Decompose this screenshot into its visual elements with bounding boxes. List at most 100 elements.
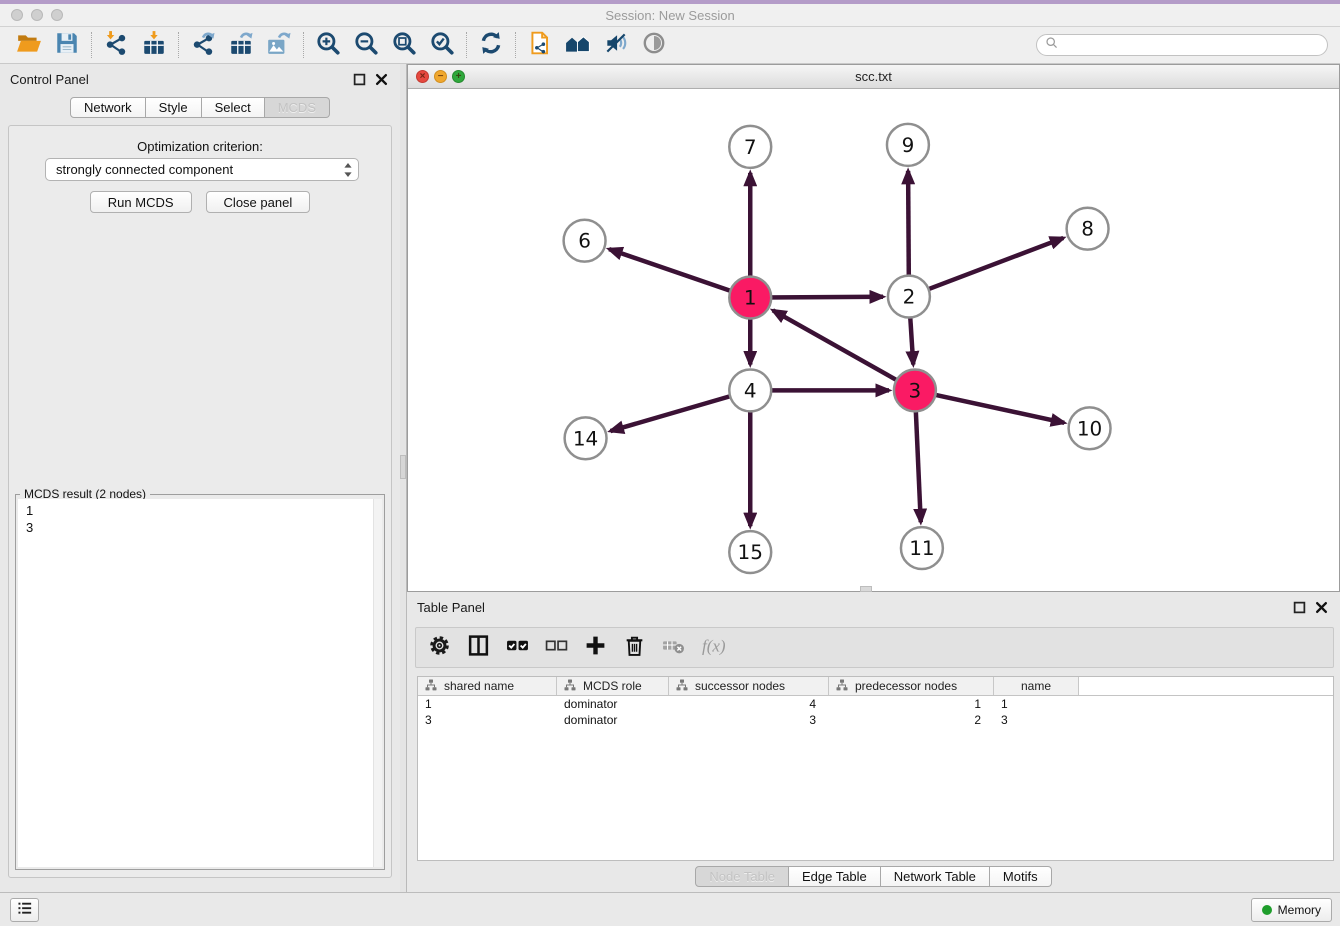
- control-panel-tabs: NetworkStyleSelectMCDS: [0, 97, 400, 118]
- gear-button[interactable]: [428, 634, 451, 662]
- export-network-button[interactable]: [184, 30, 222, 60]
- control-panel-title: Control Panel: [10, 72, 89, 87]
- export-image-button[interactable]: [260, 30, 298, 60]
- refresh-button[interactable]: [472, 30, 510, 60]
- table-body: 1dominator4113dominator323: [418, 696, 1333, 728]
- column-header-successor-nodes[interactable]: successor nodes: [669, 677, 829, 695]
- mcds-panel: Optimization criterion: strongly connect…: [8, 125, 392, 878]
- network-window: × − + scc.txt 1234678910111415: [407, 64, 1340, 592]
- import-network-button[interactable]: [97, 30, 135, 60]
- column-header-name[interactable]: name: [994, 677, 1079, 695]
- float-panel-icon[interactable]: [1293, 601, 1306, 614]
- tab-motifs[interactable]: Motifs: [990, 866, 1052, 887]
- add-row-button[interactable]: [584, 634, 607, 662]
- selected-option-label: strongly connected component: [56, 162, 233, 177]
- import-network-icon: [103, 30, 129, 61]
- cell-successor-nodes: 4: [669, 696, 829, 712]
- graph-edge-1-6[interactable]: [609, 249, 750, 297]
- graph-node-label: 11: [909, 536, 934, 560]
- delete-column-button: [662, 634, 685, 662]
- zoom-in-button[interactable]: [309, 30, 347, 60]
- panels-menu-button[interactable]: [10, 898, 39, 922]
- deselect-all-button[interactable]: [545, 634, 568, 662]
- refresh-icon: [478, 30, 504, 61]
- tab-style[interactable]: Style: [146, 97, 202, 118]
- columns-button[interactable]: [467, 634, 490, 662]
- tab-mcds[interactable]: MCDS: [265, 97, 330, 118]
- table-row[interactable]: 3dominator323: [418, 712, 1333, 728]
- cell-predecessor-nodes: 1: [829, 696, 994, 712]
- export-network-icon: [190, 30, 216, 61]
- column-header-predecessor-nodes[interactable]: predecessor nodes: [829, 677, 994, 695]
- table-toolbar: f(x): [415, 627, 1334, 668]
- zoom-in-icon: [315, 30, 341, 61]
- table-row[interactable]: 1dominator411: [418, 696, 1333, 712]
- zoom-out-button[interactable]: [347, 30, 385, 60]
- search-field[interactable]: [1036, 34, 1328, 56]
- table-panel-controls: [1293, 601, 1328, 614]
- import-table-button[interactable]: [135, 30, 173, 60]
- gear-icon: [428, 634, 451, 662]
- search-input[interactable]: [1063, 38, 1319, 52]
- cell-shared-name: 3: [418, 712, 557, 728]
- graph-node-label: 6: [578, 229, 591, 253]
- tab-network[interactable]: Network: [70, 97, 146, 118]
- tab-node-table[interactable]: Node Table: [695, 866, 789, 887]
- delete-row-icon: [623, 634, 646, 662]
- float-panel-icon[interactable]: [353, 73, 366, 86]
- graph-node-label: 8: [1081, 217, 1094, 241]
- toolbar-separator: [515, 32, 516, 58]
- delete-row-button[interactable]: [623, 634, 646, 662]
- graph-edge-2-8[interactable]: [909, 238, 1063, 297]
- clone-network-button[interactable]: [521, 30, 559, 60]
- graph-node-label: 10: [1077, 416, 1102, 440]
- zoom-fit-icon: [391, 30, 417, 61]
- tab-select[interactable]: Select: [202, 97, 265, 118]
- cell-MCDS-role: dominator: [557, 696, 669, 712]
- network-canvas[interactable]: 1234678910111415: [408, 89, 1339, 591]
- column-header-shared-name[interactable]: shared name: [418, 677, 557, 695]
- tree-icon: [676, 679, 688, 694]
- network-graph[interactable]: 1234678910111415: [408, 89, 1339, 591]
- list-icon: [16, 899, 34, 922]
- graph-edge-3-10[interactable]: [915, 390, 1064, 422]
- mcds-result-scrollbar[interactable]: [373, 499, 382, 867]
- select-all-button[interactable]: [506, 634, 529, 662]
- zoom-selected-button[interactable]: [423, 30, 461, 60]
- close-panel-icon[interactable]: [1315, 601, 1328, 614]
- function-builder-icon: f(x): [701, 634, 737, 662]
- add-row-icon: [584, 634, 607, 662]
- eye-button[interactable]: [635, 30, 673, 60]
- network-window-titlebar[interactable]: × − + scc.txt: [408, 65, 1339, 89]
- save-button[interactable]: [48, 30, 86, 60]
- tab-network-table[interactable]: Network Table: [881, 866, 990, 887]
- close-panel-button[interactable]: Close panel: [206, 191, 311, 213]
- vertical-splitter[interactable]: [400, 64, 407, 892]
- column-header-MCDS-role[interactable]: MCDS role: [557, 677, 669, 695]
- application-window: Session: New Session Control Panel Netwo…: [0, 0, 1340, 926]
- graph-node-label: 9: [902, 133, 915, 157]
- mcds-result-group: MCDS result (2 nodes) 1 3: [15, 494, 385, 870]
- mcds-result-area[interactable]: 1 3: [18, 499, 382, 867]
- memory-button[interactable]: Memory: [1251, 898, 1332, 922]
- mcds-result-lines: 1 3: [18, 499, 382, 539]
- close-panel-icon[interactable]: [375, 73, 388, 86]
- optimization-criterion-select[interactable]: strongly connected component: [45, 158, 359, 181]
- home-button[interactable]: [559, 30, 597, 60]
- search-icon: [1045, 36, 1059, 55]
- tree-icon: [836, 679, 848, 694]
- open-folder-button[interactable]: [10, 30, 48, 60]
- export-table-button[interactable]: [222, 30, 260, 60]
- tab-edge-table[interactable]: Edge Table: [789, 866, 881, 887]
- graph-node-label: 2: [903, 285, 916, 309]
- cell-MCDS-role: dominator: [557, 712, 669, 728]
- splitter-grip[interactable]: [400, 455, 406, 479]
- run-mcds-button[interactable]: Run MCDS: [90, 191, 192, 213]
- window-title: Session: New Session: [0, 8, 1340, 23]
- zoom-fit-button[interactable]: [385, 30, 423, 60]
- graph-edge-3-1[interactable]: [773, 310, 915, 390]
- graph-node-label: 15: [738, 540, 763, 564]
- label-visibility-button[interactable]: [597, 30, 635, 60]
- export-table-icon: [228, 30, 254, 61]
- column-header-label: predecessor nodes: [855, 679, 957, 693]
